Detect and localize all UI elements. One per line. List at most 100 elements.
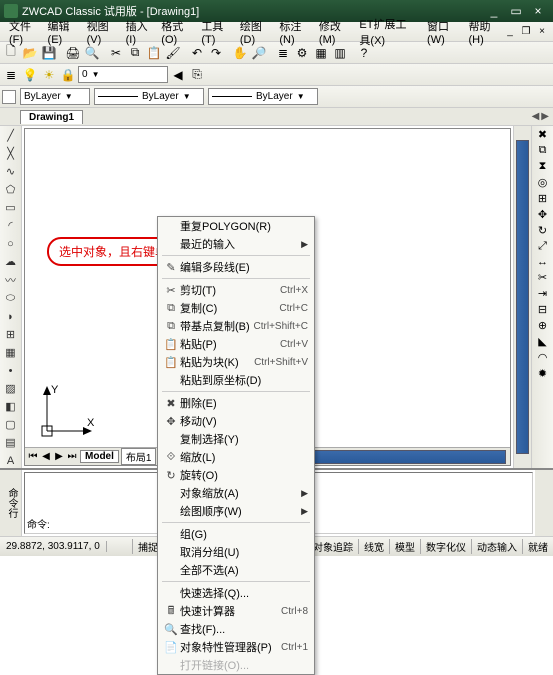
menu-item[interactable]: 标注(N) [274, 18, 314, 46]
erase-icon[interactable]: ✖ [538, 128, 547, 141]
close-button[interactable]: × [527, 3, 549, 19]
status-mode-toggle[interactable]: 就绪 [522, 539, 553, 554]
scale-icon[interactable]: ⤢ [538, 240, 547, 253]
menu-item[interactable]: 视图(V) [82, 18, 121, 46]
context-menu-item[interactable]: ⧉复制(C)Ctrl+C [158, 299, 314, 317]
arc-icon[interactable]: ◜ [3, 218, 19, 233]
context-menu-item[interactable]: 对象缩放(A)▶ [158, 484, 314, 502]
context-menu-item[interactable]: ⧉带基点复制(B)Ctrl+Shift+C [158, 317, 314, 335]
offset-icon[interactable]: ◎ [538, 176, 548, 189]
mdi-close-button[interactable]: × [535, 25, 549, 39]
context-menu-item[interactable]: 重复POLYGON(R) [158, 217, 314, 235]
open-icon[interactable]: 📂 [21, 44, 39, 62]
region-icon[interactable]: ▢ [3, 417, 19, 432]
insert-icon[interactable]: ⊞ [3, 327, 19, 342]
circle-icon[interactable]: ○ [3, 236, 19, 251]
gradient-icon[interactable]: ◧ [3, 399, 19, 414]
context-menu-item[interactable]: ↻旋转(O) [158, 466, 314, 484]
menu-item[interactable]: 插入(I) [121, 18, 157, 46]
rotate-icon[interactable]: ↻ [538, 224, 547, 237]
mirror-icon[interactable]: ⧗ [539, 160, 547, 173]
context-menu-item[interactable]: 📄对象特性管理器(P)Ctrl+1 [158, 638, 314, 656]
paste-icon[interactable]: 📋 [145, 44, 163, 62]
linetype-dropdown[interactable]: ByLayer▼ [94, 88, 204, 105]
trim-icon[interactable]: ✂ [538, 271, 547, 284]
context-menu-item[interactable]: 🔍查找(F)... [158, 620, 314, 638]
save-icon[interactable]: 💾 [40, 44, 58, 62]
layer-manager-icon[interactable]: ≣ [2, 66, 20, 84]
context-menu-item[interactable]: 最近的输入▶ [158, 235, 314, 253]
properties-icon[interactable]: ⚙ [293, 44, 311, 62]
ellipse-icon[interactable]: ⬭ [3, 291, 19, 306]
new-icon[interactable]: 🗋 [2, 44, 20, 62]
status-mode-toggle[interactable]: 动态输入 [471, 539, 522, 554]
menu-item[interactable]: 格式(O) [156, 18, 196, 46]
line-icon[interactable]: ╱ [3, 128, 19, 143]
pan-icon[interactable]: ✋ [231, 44, 249, 62]
color-swatch[interactable] [2, 90, 16, 104]
lineweight-dropdown[interactable]: ByLayer▼ [208, 88, 318, 105]
vertical-scrollbar[interactable] [516, 140, 529, 454]
lock-icon[interactable]: 🔒 [59, 66, 77, 84]
undo-icon[interactable]: ↶ [188, 44, 206, 62]
mdi-restore-button[interactable]: ❐ [519, 25, 533, 39]
context-menu-item[interactable]: ⟐缩放(L) [158, 448, 314, 466]
layer-prev-icon[interactable]: ◀ [169, 66, 187, 84]
rect-icon[interactable]: ▭ [3, 200, 19, 215]
polygon-icon[interactable]: ⬠ [3, 182, 19, 197]
context-menu-item[interactable]: 🖩快速计算器Ctrl+8 [158, 602, 314, 620]
fillet-icon[interactable]: ◠ [538, 351, 548, 364]
explode-icon[interactable]: ✹ [538, 367, 547, 380]
tab-next-icon[interactable]: ▶ [541, 111, 549, 122]
context-menu-item[interactable]: ✖删除(E) [158, 394, 314, 412]
design-center-icon[interactable]: ▦ [312, 44, 330, 62]
menu-item[interactable]: 帮助(H) [463, 18, 503, 46]
context-menu-item[interactable]: 组(G) [158, 525, 314, 543]
tab-prev-icon[interactable]: ◀ [532, 111, 540, 122]
break-icon[interactable]: ⊟ [538, 303, 547, 316]
status-mode-toggle[interactable]: 模型 [389, 539, 420, 554]
layout-next-icon[interactable]: ▶ [53, 451, 65, 462]
xline-icon[interactable]: ╳ [3, 146, 19, 161]
status-mode-toggle[interactable]: 数字化仪 [420, 539, 471, 554]
preview-icon[interactable]: 🔍 [83, 44, 101, 62]
hatch-icon[interactable]: ▨ [3, 381, 19, 396]
maximize-button[interactable]: ▭ [505, 3, 527, 19]
copy-icon[interactable]: ⧉ [126, 44, 144, 62]
context-menu-item[interactable]: 绘图顺序(W)▶ [158, 502, 314, 520]
menu-item[interactable]: 修改(M) [314, 18, 355, 46]
menu-item[interactable]: 窗口(W) [422, 18, 463, 46]
help-icon[interactable]: ? [355, 44, 373, 62]
join-icon[interactable]: ⊕ [538, 319, 547, 332]
extend-icon[interactable]: ⇥ [538, 287, 547, 300]
context-menu-item[interactable]: ✂剪切(T)Ctrl+X [158, 281, 314, 299]
layer-state-icon[interactable]: ⎘ [188, 66, 206, 84]
print-icon[interactable]: 🖨 [64, 44, 82, 62]
zoom-icon[interactable]: 🔎 [250, 44, 268, 62]
tool-palette-icon[interactable]: ▥ [331, 44, 349, 62]
chamfer-icon[interactable]: ◣ [538, 335, 546, 348]
color-dropdown[interactable]: ByLayer▼ [20, 88, 90, 105]
layout-tab-1[interactable]: 布局1 [121, 448, 157, 465]
redo-icon[interactable]: ↷ [207, 44, 225, 62]
block-icon[interactable]: ▦ [3, 345, 19, 360]
layers-icon[interactable]: ≣ [274, 44, 292, 62]
mdi-minimize-button[interactable]: _ [503, 25, 517, 39]
menu-item[interactable]: 工具(T) [196, 18, 235, 46]
bulb-icon[interactable]: 💡 [21, 66, 39, 84]
context-menu-item[interactable]: 📋粘贴为块(K)Ctrl+Shift+V [158, 353, 314, 371]
match-icon[interactable]: 🖌 [164, 44, 182, 62]
spline-icon[interactable]: 〰 [3, 272, 19, 288]
layout-last-icon[interactable]: ⏭ [66, 451, 78, 462]
context-menu-item[interactable]: 全部不选(A) [158, 561, 314, 579]
array-icon[interactable]: ⊞ [538, 192, 547, 205]
layout-tab-model[interactable]: Model [80, 450, 119, 463]
context-menu-item[interactable]: 粘贴到原坐标(D) [158, 371, 314, 389]
layout-first-icon[interactable]: ⏮ [27, 451, 39, 462]
menu-item[interactable]: 编辑(E) [43, 18, 82, 46]
point-icon[interactable]: • [3, 363, 19, 378]
table-icon[interactable]: ▤ [3, 435, 19, 450]
context-menu-item[interactable]: 取消分组(U) [158, 543, 314, 561]
command-scrollbar[interactable] [535, 470, 553, 536]
revcloud-icon[interactable]: ☁ [3, 254, 19, 269]
